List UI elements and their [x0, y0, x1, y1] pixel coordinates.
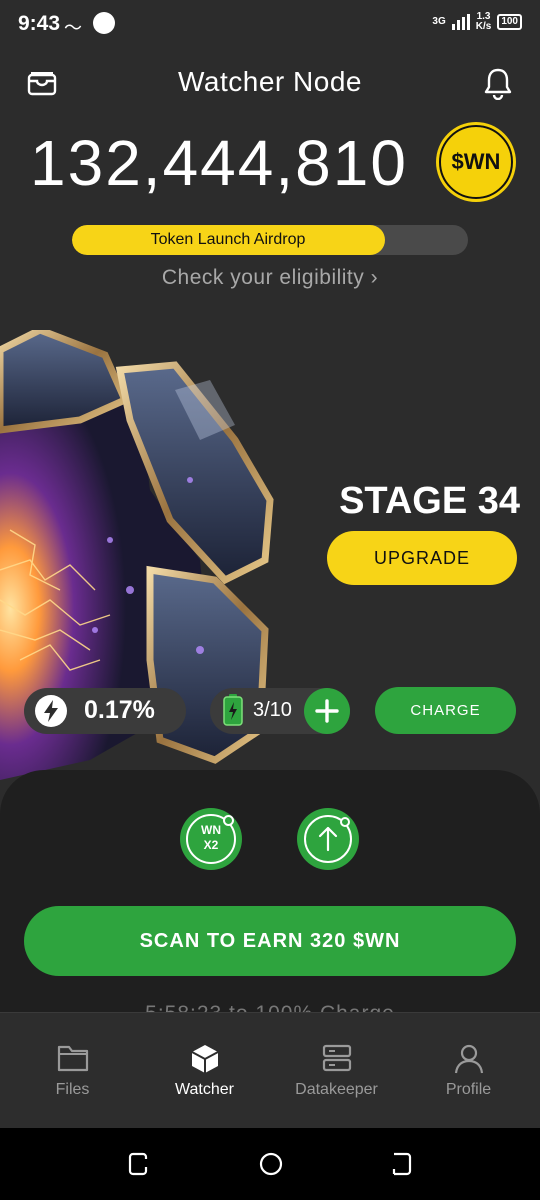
back-icon[interactable]	[390, 1152, 414, 1181]
wn-x2-boost-button[interactable]: WN X2	[180, 808, 242, 870]
network-type: 3G	[432, 16, 446, 27]
nav-label-profile: Profile	[445, 1081, 492, 1098]
nav-item-files[interactable]: Files	[5, 1013, 140, 1129]
lightning-icon	[35, 695, 67, 727]
activity-icon: 〜	[64, 18, 82, 38]
scan-to-earn-button[interactable]: SCAN TO EARN 320 $WN	[24, 906, 516, 976]
recents-icon[interactable]	[126, 1152, 150, 1181]
status-time: 9:43	[18, 12, 61, 35]
nav-item-datakeeper[interactable]: Datakeeper	[269, 1013, 404, 1129]
add-charge-button[interactable]	[304, 688, 350, 734]
signal-icon	[451, 14, 470, 30]
nav-item-profile[interactable]: Profile	[401, 1013, 536, 1129]
page-title: Watcher Node	[178, 66, 362, 97]
plus-icon	[315, 699, 339, 723]
status-indicators: 3G 1.3 K/s 100	[432, 12, 522, 32]
battery-charge-icon	[222, 694, 244, 726]
nav-item-watcher[interactable]: Watcher	[137, 1013, 272, 1129]
mining-rate: 0.17%	[84, 696, 155, 724]
nav-label-datakeeper: Datakeeper	[295, 1081, 378, 1098]
nav-label-watcher: Watcher	[175, 1081, 234, 1098]
notification-dot-icon	[93, 12, 115, 34]
server-icon	[322, 1044, 352, 1072]
bell-icon[interactable]	[482, 66, 514, 101]
battery-indicator: 100	[497, 14, 522, 30]
upgrade-boost-button[interactable]	[297, 808, 359, 870]
folder-icon	[57, 1045, 89, 1072]
home-icon[interactable]	[258, 1151, 284, 1182]
charge-button[interactable]: CHARGE	[375, 687, 516, 734]
wn-token-badge: $WN	[436, 122, 516, 202]
system-nav-bar	[0, 1128, 540, 1200]
upgrade-button[interactable]: UPGRADE	[327, 531, 517, 585]
airdrop-progress-label: Token Launch Airdrop	[150, 231, 306, 248]
token-balance: 132,444,810	[30, 127, 408, 199]
status-bar: 9:43 〜 3G 1.3 K/s 100	[0, 0, 540, 50]
user-icon	[454, 1044, 484, 1074]
bottom-nav: Files Watcher Datakeeper Profile	[0, 1012, 540, 1129]
stage-label: STAGE 34	[339, 480, 520, 522]
cube-icon	[191, 1045, 219, 1073]
nav-label-files: Files	[55, 1081, 90, 1098]
arrow-up-icon	[304, 815, 352, 863]
network-speed: 1.3 K/s	[475, 11, 492, 32]
check-eligibility-link[interactable]: Check your eligibility ›	[0, 266, 540, 290]
charges-count: 3/10	[253, 699, 292, 721]
